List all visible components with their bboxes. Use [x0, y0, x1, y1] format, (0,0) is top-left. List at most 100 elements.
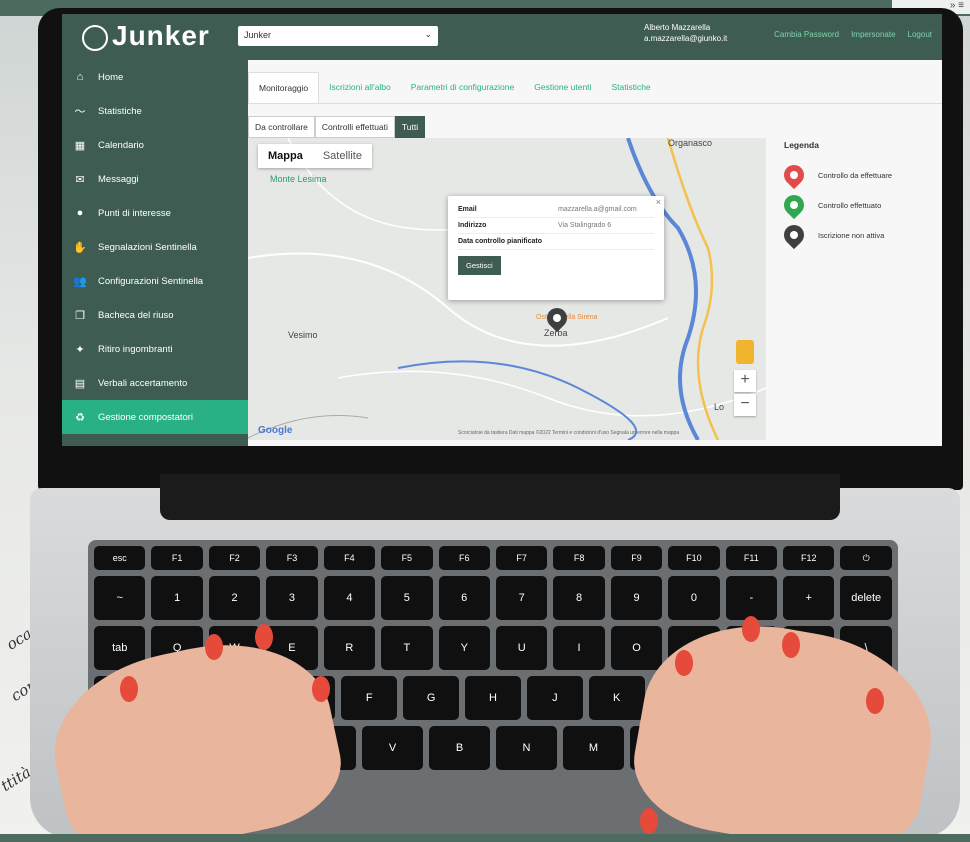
keyboard-key: -: [725, 576, 778, 620]
keyboard-key: F4: [323, 546, 376, 570]
legend: Legenda Controllo da effettuare Controll…: [779, 140, 934, 250]
zoom-out-button[interactable]: −: [734, 394, 756, 416]
map-type-satellite[interactable]: Satellite: [313, 144, 372, 168]
user-name: Alberto Mazzarella: [644, 23, 711, 32]
top-bar: Junker Junker ⌄ Alberto Mazzarella a.maz…: [62, 14, 942, 60]
keyboard-key: G: [403, 676, 460, 720]
map-marker-icon: ●: [76, 207, 84, 219]
zoom-in-button[interactable]: +: [734, 370, 756, 392]
tab-statistiche[interactable]: Statistiche: [601, 72, 660, 103]
tab-parametri[interactable]: Parametri di configurazione: [401, 72, 524, 103]
street-view-pegman-icon[interactable]: [736, 340, 754, 364]
popup-email-row: Email mazzarella.a@gmail.com: [458, 202, 654, 218]
top-links: Cambia Password Impersonate Logout: [774, 30, 932, 39]
keyboard-key: 8: [553, 576, 605, 620]
filter-tutti[interactable]: Tutti: [394, 116, 426, 138]
sidebar-item[interactable]: ● Punti di interesse: [62, 196, 248, 230]
fingernail: [742, 616, 760, 642]
copy-icon: ❐: [75, 309, 85, 322]
keyboard-key: R: [323, 626, 376, 670]
sidebar-item[interactable]: ✦ Ritiro ingombranti: [62, 332, 248, 366]
keyboard-key: F11: [725, 546, 778, 570]
person-icon: ✦: [75, 343, 85, 356]
keyboard-key: 9: [610, 576, 663, 620]
keyboard-key: F6: [438, 546, 490, 570]
map-type-map[interactable]: Mappa: [258, 144, 313, 168]
keyboard-key: U: [495, 626, 548, 670]
calendar-icon: ▦: [74, 139, 86, 152]
fingernail: [640, 808, 658, 834]
hand-icon: ✋: [73, 241, 87, 254]
tab-gestione-utenti[interactable]: Gestione utenti: [524, 72, 601, 103]
home-icon: ⌂: [76, 71, 84, 83]
keyboard-key: F5: [381, 546, 433, 570]
sidebar-item-label: Gestione compostatori: [98, 411, 194, 423]
keyboard-key: F8: [553, 546, 605, 570]
sidebar-item[interactable]: ✋ Segnalazioni Sentinella: [62, 230, 248, 264]
organization-select[interactable]: Junker ⌄: [238, 26, 438, 46]
popup-address-label: Indirizzo: [458, 222, 487, 229]
tab-monitoraggio[interactable]: Monitoraggio: [248, 72, 320, 103]
popup-date-label: Data controllo pianificato: [458, 238, 543, 245]
chart-line-icon: 〜: [74, 106, 86, 118]
main-content: Monitoraggio Iscrizioni all'albo Paramet…: [248, 60, 942, 446]
logout-link[interactable]: Logout: [908, 30, 932, 39]
sidebar-item[interactable]: ▦ Calendario: [62, 128, 248, 162]
keyboard-key: delete: [840, 576, 892, 620]
keyboard-key: 7: [495, 576, 548, 620]
keyboard-key: F2: [208, 546, 261, 570]
sidebar-item[interactable]: 〜 Statistiche: [62, 94, 248, 128]
legend-item-non-attiva: Iscrizione non attiva: [779, 220, 934, 250]
sidebar-item[interactable]: ♻ Gestione compostatori: [62, 400, 248, 434]
sidebar-item[interactable]: ⌂ Home: [62, 60, 248, 94]
filter-controlli-effettuati[interactable]: Controlli effettuati: [314, 116, 395, 138]
fingernail: [866, 688, 884, 714]
map-type-toggle: Mappa Satellite: [258, 144, 372, 168]
filter-da-controllare[interactable]: Da controllare: [248, 116, 315, 138]
marker-info-popup: × Email mazzarella.a@gmail.com Indirizzo…: [448, 196, 664, 300]
fingernail: [255, 624, 273, 650]
keyboard-key: 5: [381, 576, 433, 620]
legend-item-da-effettuare: Controllo da effettuare: [779, 160, 934, 190]
sidebar-item-label: Bacheca del riuso: [98, 309, 174, 321]
map-attribution[interactable]: Scorciatoie da tastiera Dati mappa ©2022…: [458, 430, 679, 436]
app-logo[interactable]: Junker: [82, 20, 210, 52]
impersonate-link[interactable]: Impersonate: [851, 30, 895, 39]
sidebar-item[interactable]: ▤ Verbali accertamento: [62, 366, 248, 400]
tab-iscrizioni[interactable]: Iscrizioni all'albo: [319, 72, 401, 103]
keyboard-key: 6: [438, 576, 490, 620]
clipboard-icon: ▤: [74, 377, 86, 390]
place-organasco: Organasco: [668, 138, 713, 148]
sidebar-item-label: Punti di interesse: [98, 207, 171, 219]
sidebar-item[interactable]: ❐ Bacheca del riuso: [62, 298, 248, 332]
popup-email-label: Email: [458, 206, 477, 213]
envelope-icon: ✉: [75, 173, 85, 186]
brand-name: Junker: [112, 20, 210, 51]
legend-label: Controllo da effettuare: [818, 170, 893, 180]
user-info: Alberto Mazzarella a.mazzarella@giunko.i…: [644, 22, 727, 44]
map-marker-green-icon: [779, 190, 809, 220]
popup-address-value: Via Stalingrado 6: [558, 222, 612, 229]
legend-label: Iscrizione non attiva: [818, 230, 885, 240]
keyboard-key: F12: [783, 546, 835, 570]
keyboard-key: B: [429, 726, 490, 770]
sidebar-item[interactable]: 👥 Configurazioni Sentinella: [62, 264, 248, 298]
gestisci-button[interactable]: Gestisci: [458, 256, 501, 275]
sidebar-item-label: Ritiro ingombranti: [98, 343, 173, 355]
fingernail: [782, 632, 800, 658]
close-icon[interactable]: ×: [656, 197, 661, 207]
keyboard-key: +: [783, 576, 835, 620]
sidebar-item-label: Segnalazioni Sentinella: [98, 241, 197, 253]
fingernail: [120, 676, 138, 702]
keyboard-key: V: [362, 726, 423, 770]
popup-email-value: mazzarella.a@gmail.com: [558, 206, 637, 213]
sidebar-item[interactable]: ✉ Messaggi: [62, 162, 248, 196]
keyboard-key: F1: [151, 546, 203, 570]
change-password-link[interactable]: Cambia Password: [774, 30, 839, 39]
map[interactable]: Mappa Satellite Monte Lesima Organasco V…: [248, 138, 766, 440]
popup-address-row: Indirizzo Via Stalingrado 6: [458, 218, 654, 234]
fingernail: [312, 676, 330, 702]
keyboard-key: N: [496, 726, 557, 770]
keyboard-key: T: [381, 626, 433, 670]
sidebar-item-label: Calendario: [98, 139, 144, 151]
